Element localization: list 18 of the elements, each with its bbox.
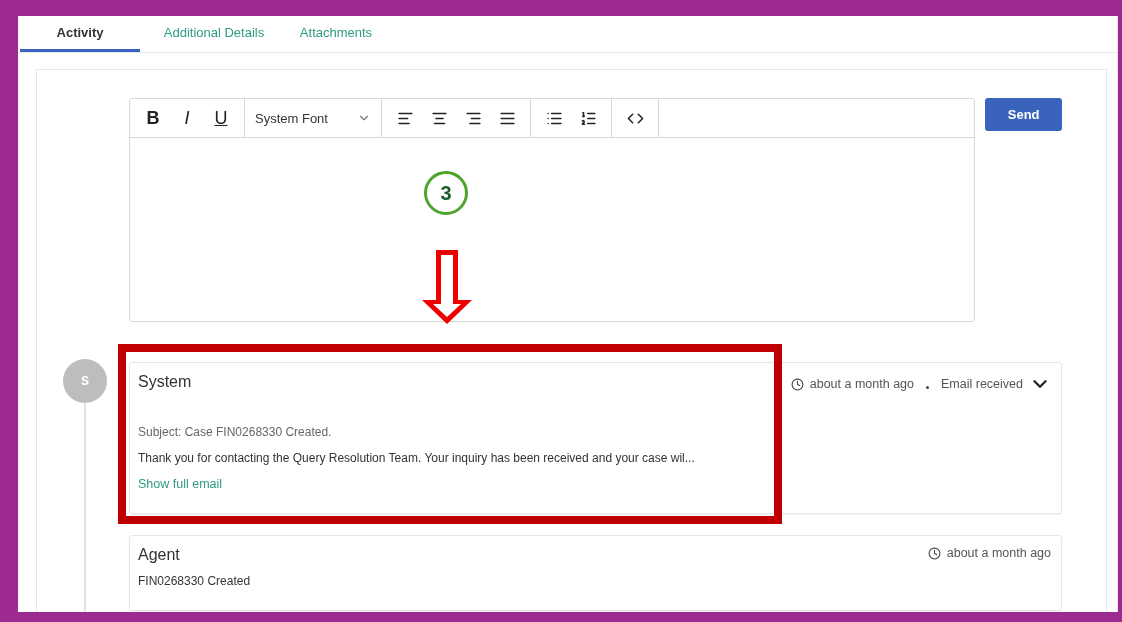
activity-time: about a month ago xyxy=(946,546,1051,560)
send-button[interactable]: Send xyxy=(985,98,1062,131)
avatar: S xyxy=(63,359,107,403)
underline-button[interactable]: U xyxy=(206,103,236,133)
activity-type: Email received xyxy=(941,377,1023,391)
activity-time: about a month ago xyxy=(809,377,914,391)
tab[interactable]: Activity xyxy=(20,16,140,52)
tab[interactable]: Attachments xyxy=(288,16,384,52)
activity-text: Thank you for contacting the Query Resolution Team. Your inquiry has been received and your case wil... xyxy=(138,451,696,465)
italic-button[interactable]: I xyxy=(172,103,202,133)
activity-author: System xyxy=(138,373,192,391)
activity-text: FIN0268330 Created xyxy=(138,574,252,588)
font-select[interactable]: System Font xyxy=(253,103,373,133)
email-subject: Subject: Case FIN0268330 Created. xyxy=(138,425,333,439)
activity-author: Agent xyxy=(138,546,180,564)
show-full-email-link[interactable]: Show full email xyxy=(138,477,223,491)
tab[interactable]: Additional Details xyxy=(140,16,288,52)
bold-button[interactable]: B xyxy=(138,103,168,133)
